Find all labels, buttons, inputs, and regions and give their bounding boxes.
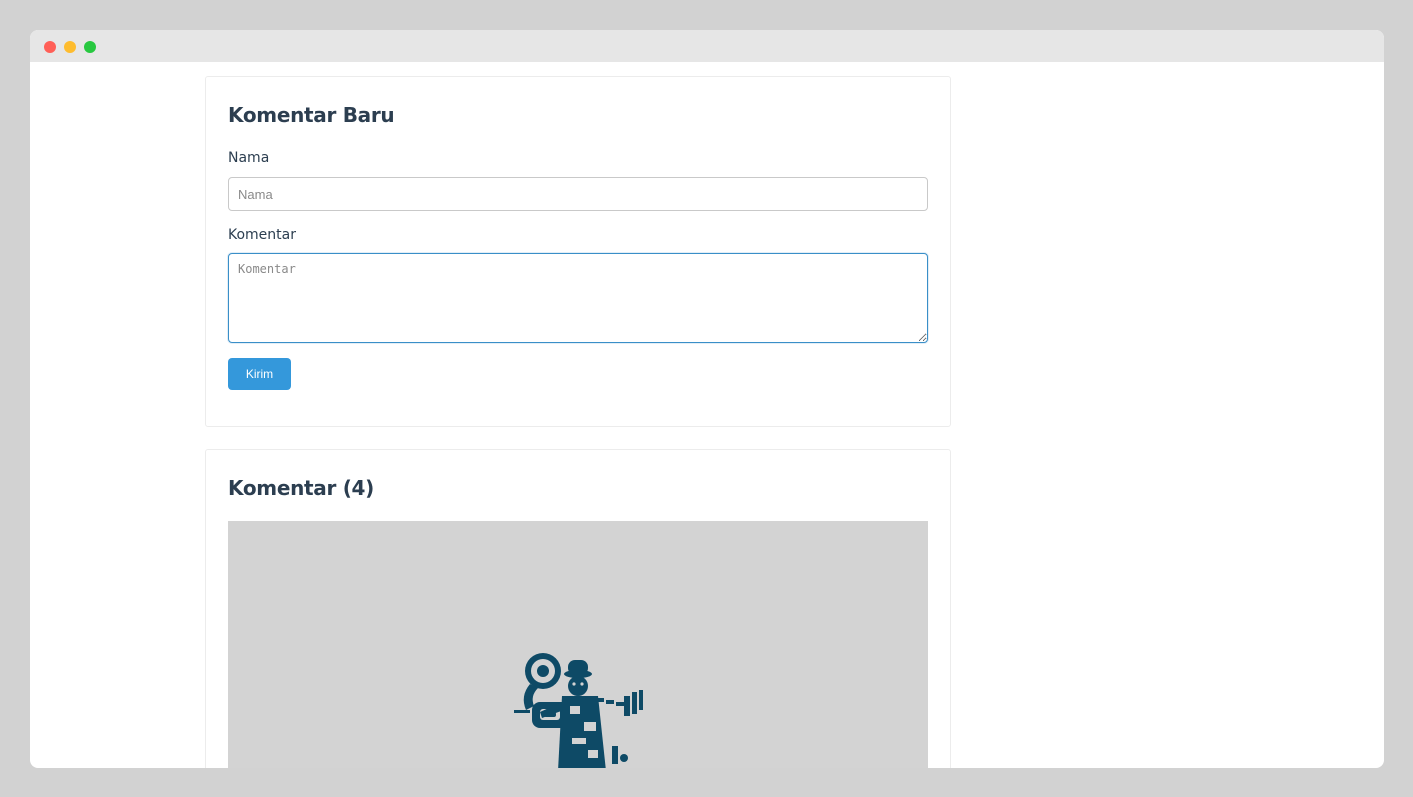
comment-textarea[interactable] (228, 253, 928, 343)
comments-title: Komentar (4) (228, 476, 375, 500)
new-comment-title: Komentar Baru (228, 103, 395, 127)
name-label: Nama (228, 150, 270, 166)
comments-card: Komentar (4) (205, 449, 951, 768)
comment-label: Komentar (228, 227, 296, 243)
gramophone-character-illustration-icon (514, 653, 643, 768)
comment-image (228, 521, 928, 768)
title-bar (30, 30, 1384, 62)
minimize-window-button[interactable] (64, 41, 76, 53)
browser-window: Komentar Baru Nama Komentar Kirim Koment… (30, 30, 1384, 768)
close-window-button[interactable] (44, 41, 56, 53)
submit-button[interactable]: Kirim (228, 358, 291, 390)
maximize-window-button[interactable] (84, 41, 96, 53)
name-input[interactable] (228, 177, 928, 211)
new-comment-card: Komentar Baru Nama Komentar Kirim (205, 76, 951, 427)
